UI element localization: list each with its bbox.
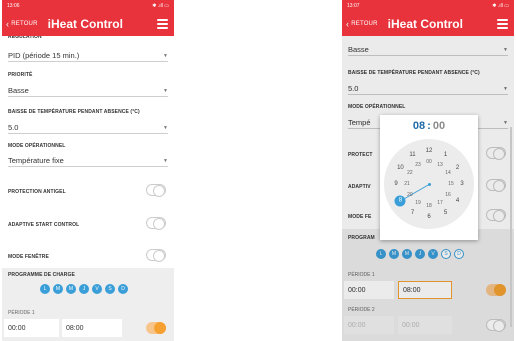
period-1-start-field[interactable]: 00:00	[4, 319, 59, 337]
dropdown-caret-icon: ▼	[163, 52, 168, 59]
chevron-left-icon: ‹	[6, 18, 10, 29]
phone-right: 13:07 ✱ .ıll ▭ ‹ RETOUR iHeat Control Ba…	[342, 0, 514, 341]
clock-selected-hour[interactable]: 8	[394, 195, 406, 206]
dropdown-caret-icon: ▼	[163, 157, 168, 164]
clock-hour-14[interactable]: 14	[445, 170, 451, 176]
clock-hour-10[interactable]: 10	[397, 165, 404, 171]
mode-label: MODE OPÉRATIONNEL	[8, 143, 66, 149]
period-1-label: PÉRIODE 1	[8, 310, 35, 316]
status-time: 13:07	[347, 3, 360, 9]
clock-center-dot	[427, 182, 431, 186]
back-button[interactable]: ‹ RETOUR	[2, 18, 38, 29]
clock-hour-3[interactable]: 3	[460, 181, 463, 187]
time-picker-dialog: 08 : 00 12123456789101100131415161718192…	[380, 115, 478, 240]
clock-hour-00[interactable]: 00	[426, 159, 432, 165]
app-header: ‹ RETOUR iHeat Control	[2, 12, 174, 36]
picker-minutes[interactable]: 00	[433, 120, 445, 132]
day-toggle-4[interactable]: V	[92, 284, 102, 294]
adaptive-start-toggle[interactable]	[146, 217, 166, 230]
clock-hour-18[interactable]: 18	[426, 203, 432, 209]
back-label: RETOUR	[11, 21, 38, 27]
clock-hour-17[interactable]: 17	[437, 200, 443, 206]
toggle-label-adaptive: ADAPTIVE START CONTROL	[8, 222, 80, 228]
back-button[interactable]: ‹ RETOUR	[342, 18, 378, 29]
chevron-left-icon: ‹	[346, 18, 350, 29]
charge-program-section: PROGRAMME DE CHARGE LMMJVSD PÉRIODE 1 00…	[2, 268, 174, 341]
clock-hour-11[interactable]: 11	[409, 152, 415, 158]
day-selector: LMMJVSD	[40, 284, 128, 294]
toggle-label-antigel: PROTECTION ANTIGEL	[8, 189, 66, 195]
settings-content: RÉGULATION PID (période 15 min.) ▼ PRIOR…	[2, 36, 174, 341]
phone-left: 13:06 ✱ .ıll ▭ ‹ RETOUR iHeat Control RÉ…	[2, 0, 174, 341]
absence-select[interactable]: 5.0 ▼	[8, 122, 168, 134]
priority-value: Basse	[8, 86, 29, 95]
priority-select[interactable]: Basse ▼	[8, 85, 168, 97]
clock-hour-9[interactable]: 9	[394, 181, 397, 187]
clock-hour-7[interactable]: 7	[411, 210, 414, 216]
period-1-toggle[interactable]	[146, 322, 166, 334]
hamburger-menu-icon[interactable]	[497, 19, 508, 29]
app-header: ‹ RETOUR iHeat Control	[342, 12, 514, 36]
app-title: iHeat Control	[47, 17, 123, 31]
absence-label: BAISSE DE TEMPÉRATURE PENDANT ABSENCE (°…	[8, 109, 140, 115]
picker-hours[interactable]: 08	[413, 120, 425, 132]
regulation-value: PID (période 15 min.)	[8, 51, 80, 60]
clock-hour-13[interactable]: 13	[437, 162, 443, 168]
clock-hour-22[interactable]: 22	[407, 170, 413, 176]
charge-program-label: PROGRAMME DE CHARGE	[8, 272, 75, 278]
dropdown-caret-icon: ▼	[163, 87, 168, 94]
antigel-toggle[interactable]	[146, 184, 166, 197]
day-toggle-1[interactable]: M	[53, 284, 63, 294]
absence-value: 5.0	[8, 123, 19, 132]
clock-hour-23[interactable]: 23	[415, 162, 421, 168]
status-icons: ✱ .ıll ▭	[152, 3, 169, 9]
picker-separator: :	[427, 120, 431, 132]
toggle-label-fenetre: MODE FENÊTRE	[8, 254, 49, 260]
clock-hour-16[interactable]: 16	[445, 192, 451, 198]
clock-hour-1[interactable]: 1	[444, 152, 447, 158]
clock-hour-21[interactable]: 21	[404, 181, 410, 187]
clock-hour-12[interactable]: 12	[426, 148, 433, 154]
period-1-end-field[interactable]: 08:00	[62, 319, 122, 337]
day-toggle-3[interactable]: J	[79, 284, 89, 294]
mode-select[interactable]: Température fixe ▼	[8, 155, 168, 167]
day-toggle-0[interactable]: L	[40, 284, 50, 294]
day-toggle-5[interactable]: S	[105, 284, 115, 294]
scrollbar[interactable]	[510, 127, 512, 327]
clock-hour-6[interactable]: 6	[427, 214, 430, 220]
screenshot-stage: 13:06 ✱ .ıll ▭ ‹ RETOUR iHeat Control RÉ…	[0, 0, 516, 341]
regulation-label: RÉGULATION	[8, 36, 42, 40]
clock-hour-15[interactable]: 15	[448, 181, 454, 187]
mode-value: Température fixe	[8, 156, 64, 165]
day-toggle-2[interactable]: M	[66, 284, 76, 294]
hamburger-menu-icon[interactable]	[157, 19, 168, 29]
clock-hour-20[interactable]: 20	[407, 192, 413, 198]
app-title: iHeat Control	[387, 17, 463, 31]
picker-time-display: 08 : 00	[380, 115, 478, 137]
status-bar: 13:06 ✱ .ıll ▭	[2, 0, 174, 12]
status-bar: 13:07 ✱ .ıll ▭	[342, 0, 514, 12]
clock-hour-19[interactable]: 19	[415, 200, 421, 206]
clock-hour-5[interactable]: 5	[444, 210, 447, 216]
day-toggle-6[interactable]: D	[118, 284, 128, 294]
status-time: 13:06	[7, 3, 20, 9]
clock-dial[interactable]: 1212345678910110013141516171819202122238	[384, 139, 474, 229]
clock-hour-2[interactable]: 2	[456, 165, 459, 171]
regulation-select[interactable]: PID (période 15 min.) ▼	[8, 50, 168, 62]
priority-label: PRIORITÉ	[8, 72, 33, 78]
mode-fenetre-toggle[interactable]	[146, 249, 166, 262]
dropdown-caret-icon: ▼	[163, 124, 168, 131]
back-label: RETOUR	[351, 21, 378, 27]
status-icons: ✱ .ıll ▭	[492, 3, 509, 9]
clock-hour-4[interactable]: 4	[456, 198, 459, 204]
